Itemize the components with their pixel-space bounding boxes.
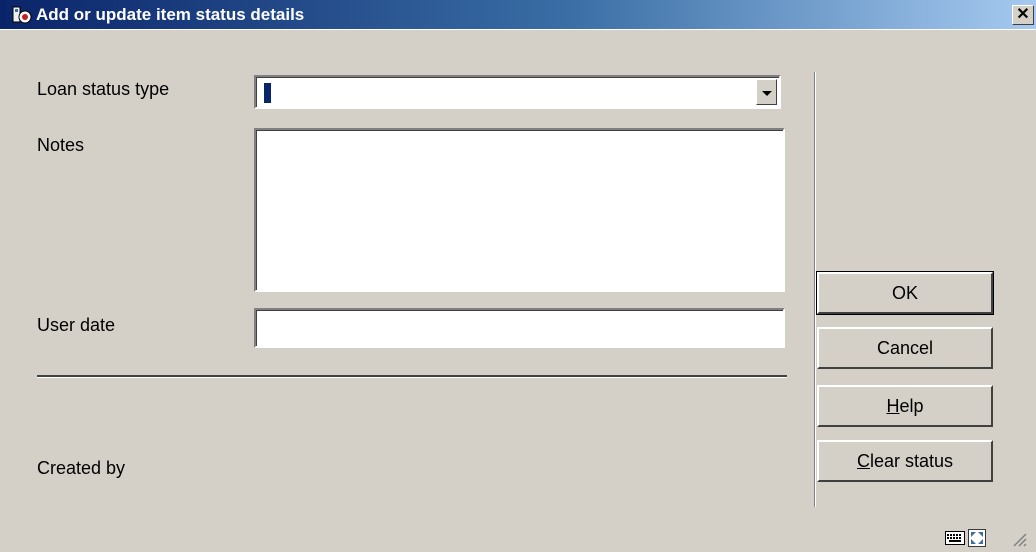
user-date-field[interactable] bbox=[254, 308, 785, 348]
loan-status-type-label: Loan status type bbox=[37, 79, 170, 99]
ok-button-label: OK bbox=[891, 283, 918, 303]
window-title: Add or update item status details bbox=[36, 5, 305, 24]
close-button[interactable]: ✕ bbox=[1012, 5, 1034, 25]
chevron-down-icon bbox=[762, 91, 772, 96]
clear-status-button-label: lear status bbox=[869, 451, 954, 471]
notes-textarea[interactable] bbox=[254, 128, 785, 292]
title-bar: Add or update item status details ✕ bbox=[0, 0, 1036, 30]
horizontal-divider bbox=[37, 375, 787, 378]
notes-label: Notes bbox=[37, 135, 85, 155]
user-date-label: User date bbox=[37, 315, 116, 335]
size-grip-icon[interactable] bbox=[1011, 531, 1027, 552]
help-mnemonic: H bbox=[886, 396, 900, 416]
keyboard-icon[interactable] bbox=[945, 530, 965, 551]
help-button[interactable]: Help bbox=[817, 385, 993, 427]
vertical-divider bbox=[814, 72, 816, 507]
cancel-button[interactable]: Cancel bbox=[817, 327, 993, 369]
loan-status-type-dropdown[interactable] bbox=[254, 75, 781, 109]
clear-status-mnemonic: C bbox=[856, 451, 870, 471]
resize-window-icon[interactable] bbox=[968, 529, 986, 552]
help-button-label: elp bbox=[899, 396, 924, 416]
created-by-label: Created by bbox=[37, 458, 126, 478]
dropdown-button[interactable] bbox=[756, 79, 777, 105]
library-app-icon bbox=[12, 5, 32, 25]
cancel-button-label: Cancel bbox=[876, 338, 934, 358]
ok-button[interactable]: OK bbox=[816, 271, 994, 315]
close-icon: ✕ bbox=[1016, 6, 1030, 23]
text-cursor bbox=[264, 83, 271, 103]
clear-status-button[interactable]: Clear status bbox=[817, 440, 993, 482]
